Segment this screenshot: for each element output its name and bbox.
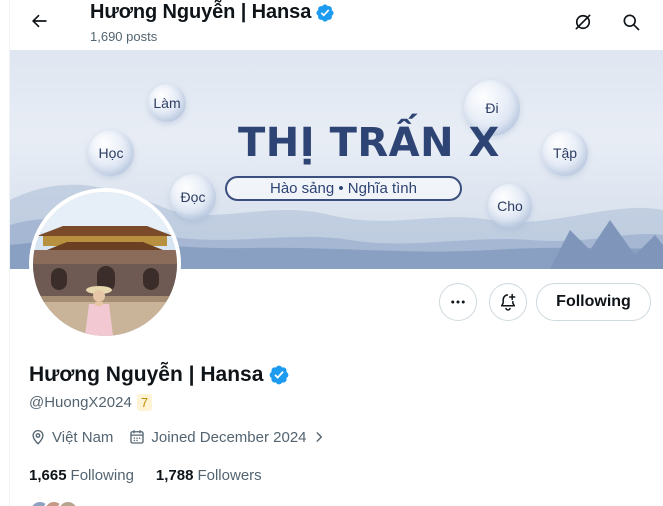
bubble-label: Đọc xyxy=(180,189,206,205)
avatar[interactable] xyxy=(29,188,181,340)
following-count: 1,665 xyxy=(29,467,67,484)
location: Việt Nam xyxy=(29,428,113,446)
bubble-label: Làm xyxy=(153,95,181,111)
banner-bubble: Đọc xyxy=(170,174,216,220)
grok-icon xyxy=(575,14,591,30)
verified-badge-icon[interactable] xyxy=(268,364,290,386)
location-text: Việt Nam xyxy=(52,428,114,446)
location-pin-icon xyxy=(32,430,44,445)
handle-row: @HuongX2024 7 xyxy=(29,394,153,411)
banner-tagline: Hào sảng • Nghĩa tình xyxy=(225,176,462,201)
search-icon xyxy=(623,14,640,31)
following-button[interactable]: Following xyxy=(536,283,651,321)
banner-bubble: Làm xyxy=(148,84,186,122)
bell-plus-icon xyxy=(501,293,516,311)
followers-label: Followers xyxy=(197,467,262,484)
arrow-left-icon xyxy=(31,14,47,28)
calendar-icon xyxy=(130,430,145,444)
bubble-label: Cho xyxy=(497,198,523,214)
profile-display-name: Hương Nguyễn | Hansa xyxy=(29,363,264,386)
joined-date[interactable]: Joined December 2024 xyxy=(128,428,325,446)
chevron-right-icon xyxy=(316,432,322,442)
header-name-row: Hương Nguyễn | Hansa xyxy=(90,1,335,24)
banner-bubble: Cho xyxy=(488,184,532,228)
followers-count-link[interactable]: 1,788 Followers xyxy=(156,467,262,484)
profile-header: Hương Nguyễn | Hansa 1,690 posts xyxy=(10,0,663,50)
following-label: Following xyxy=(70,467,134,484)
banner-title: THỊ TRẤN X xyxy=(238,120,500,166)
posts-count: 1,690 posts xyxy=(90,29,158,44)
grok-button[interactable] xyxy=(568,7,598,37)
notifications-button[interactable] xyxy=(489,283,527,321)
search-button[interactable] xyxy=(616,7,646,37)
following-count-link[interactable]: 1,665 Following xyxy=(29,467,134,484)
bubble-label: Tập xyxy=(552,145,578,161)
profile-handle: @HuongX2024 xyxy=(29,394,132,411)
mutual-avatar xyxy=(57,500,79,506)
more-options-button[interactable] xyxy=(439,283,477,321)
profile-name-row: Hương Nguyễn | Hansa xyxy=(29,363,290,387)
follow-stats: 1,665 Following 1,788 Followers xyxy=(29,467,284,484)
header-name: Hương Nguyễn | Hansa xyxy=(90,1,312,23)
joined-text: Joined December 2024 xyxy=(151,428,307,446)
more-horizontal-icon xyxy=(451,300,465,304)
back-button[interactable] xyxy=(24,6,54,36)
verified-badge-icon xyxy=(316,3,334,22)
handle-badge: 7 xyxy=(136,394,153,411)
avatar-photo xyxy=(33,192,177,336)
banner-bubble: Tập xyxy=(542,130,588,176)
bubble-label: Học xyxy=(98,145,124,161)
profile-meta: Việt Nam Joined December 2024 xyxy=(29,428,341,446)
mutual-followers-avatars[interactable] xyxy=(29,500,79,506)
bubble-label: Đi xyxy=(485,100,499,116)
followers-count: 1,788 xyxy=(155,467,194,484)
banner-bubble: Học xyxy=(88,130,134,176)
avatar-image xyxy=(33,192,177,336)
